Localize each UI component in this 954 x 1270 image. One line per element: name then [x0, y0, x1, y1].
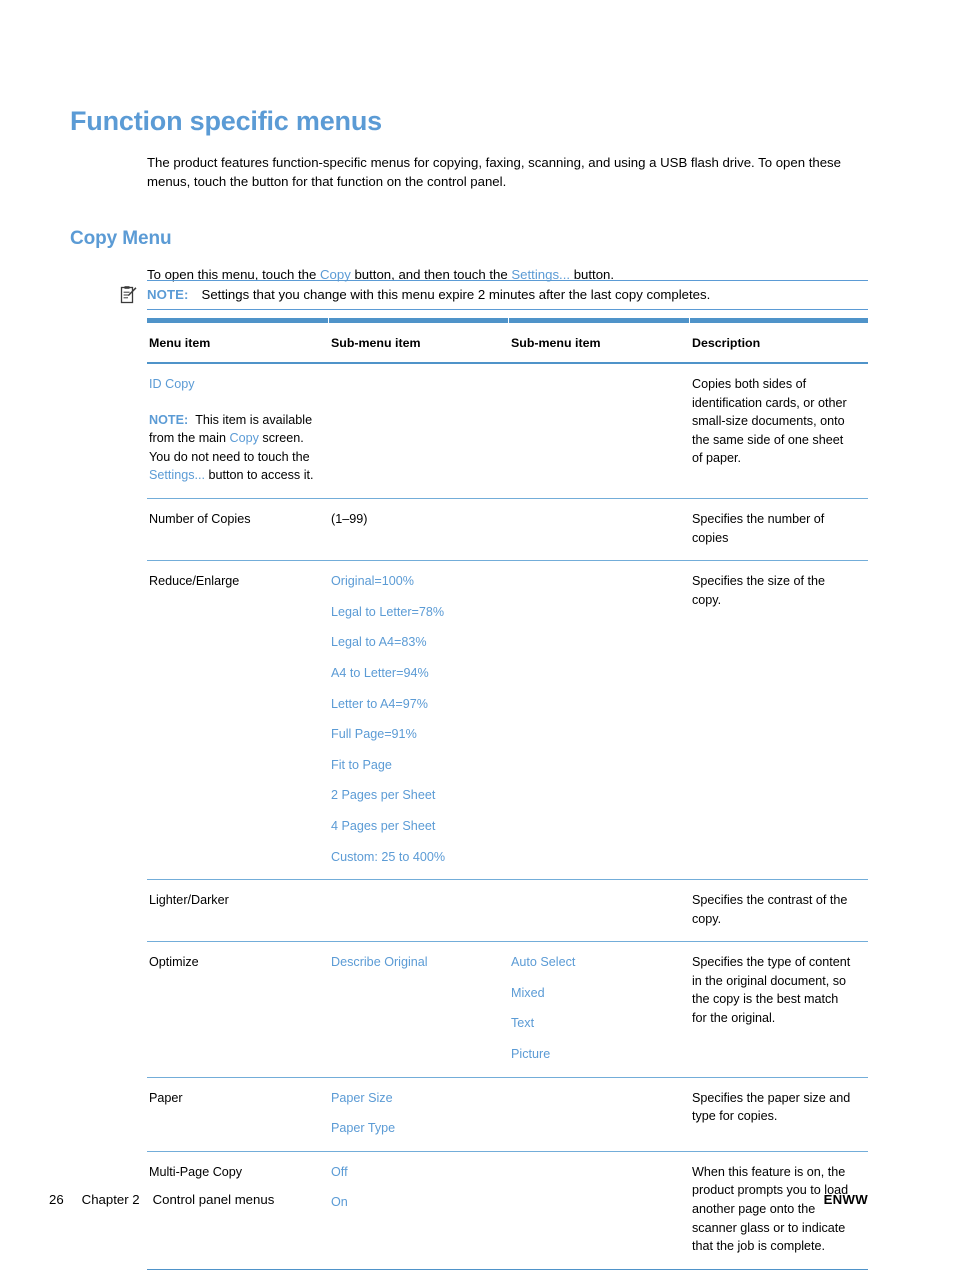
note-text: Settings that you change with this menu …: [201, 287, 711, 302]
cell-note-label: NOTE:: [149, 412, 189, 427]
cell-description: Specifies the number of copies: [689, 498, 868, 562]
sub-menu-option: Picture: [511, 1047, 551, 1062]
cell-description: Specifies the size of the copy.: [689, 560, 868, 881]
cell-menu-item: ID Copy NOTE: This item is available fro…: [147, 363, 328, 499]
cell-note-term-settings: Settings...: [149, 468, 206, 483]
sub-menu-option: Custom: 25 to 400%: [331, 849, 446, 864]
footer-left: 26 Chapter 2 Control panel menus: [49, 1192, 274, 1207]
cell-menu-item: Number of Copies: [147, 498, 328, 562]
page-title: Function specific menus: [70, 106, 382, 137]
footer-page-number: 26: [49, 1192, 64, 1207]
cell-sub-menu-1: (1–99): [328, 498, 508, 562]
section-heading-copy-menu: Copy Menu: [70, 227, 172, 249]
column-header-sub-menu-item-1: Sub-menu item: [328, 323, 508, 364]
footer-right-label: ENWW: [823, 1192, 868, 1207]
table-row: Number of Copies (1–99) Specifies the nu…: [147, 498, 868, 562]
cell-note: NOTE: This item is available from the ma…: [149, 411, 316, 485]
cell-sub-menu-1: Paper Size Paper Type: [328, 1077, 508, 1152]
table-row: Optimize Describe Original Auto Select M…: [147, 941, 868, 1078]
note-content: NOTE: Settings that you change with this …: [147, 286, 710, 304]
cell-menu-item: Optimize: [147, 941, 328, 1078]
cell-note-text-c: button to access it.: [205, 468, 314, 483]
copy-menu-table: Menu item Sub-menu item Sub-menu item De…: [147, 318, 868, 1270]
sub-menu-option: Off: [331, 1164, 348, 1179]
sub-menu-option: 2 Pages per Sheet: [331, 788, 436, 803]
cell-sub-menu-2: [508, 498, 689, 562]
note-label: NOTE:: [147, 287, 189, 302]
table-row: ID Copy NOTE: This item is available fro…: [147, 363, 868, 499]
cell-sub-menu-1: Describe Original: [328, 941, 508, 1078]
cell-menu-item: Lighter/Darker: [147, 879, 328, 943]
sub-menu-list: Auto Select Mixed Text Picture: [511, 953, 677, 1063]
table-row: Paper Paper Size Paper Type Specifies th…: [147, 1077, 868, 1152]
column-header-description: Description: [689, 323, 868, 364]
cell-sub-menu-1: [328, 363, 508, 499]
sub-menu-option: Full Page=91%: [331, 727, 417, 742]
sub-menu-option: Describe Original: [331, 955, 428, 970]
sub-menu-option: Auto Select: [511, 955, 576, 970]
cell-description: Specifies the paper size and type for co…: [689, 1077, 868, 1152]
cell-description: Specifies the contrast of the copy.: [689, 879, 868, 943]
cell-sub-menu-2: [508, 363, 689, 499]
cell-sub-menu-2: [508, 560, 689, 881]
cell-menu-item: Paper: [147, 1077, 328, 1152]
intro-paragraph: The product features function-specific m…: [147, 155, 841, 190]
sub-menu-option: A4 to Letter=94%: [331, 665, 429, 680]
sub-menu-list: Original=100% Legal to Letter=78% Legal …: [331, 572, 496, 866]
table-row: Reduce/Enlarge Original=100% Legal to Le…: [147, 560, 868, 881]
sub-menu-option: Letter to A4=97%: [331, 696, 428, 711]
sub-menu-option: Mixed: [511, 985, 545, 1000]
table-header-row: Menu item Sub-menu item Sub-menu item De…: [147, 323, 868, 364]
table-row: Lighter/Darker Specifies the contrast of…: [147, 879, 868, 943]
cell-sub-menu-2: [508, 1077, 689, 1152]
cell-sub-menu-1: Original=100% Legal to Letter=78% Legal …: [328, 560, 508, 881]
note-admonition: NOTE: Settings that you change with this …: [120, 280, 868, 310]
sub-menu-option: Legal to Letter=78%: [331, 604, 445, 619]
sub-menu-option: 4 Pages per Sheet: [331, 818, 436, 833]
sub-menu-option: Legal to A4=83%: [331, 635, 427, 650]
sub-menu-list: Describe Original: [331, 953, 496, 972]
sub-menu-option: Original=100%: [331, 574, 414, 589]
cell-description: Specifies the type of content in the ori…: [689, 941, 868, 1078]
note-clipboard-icon: [120, 286, 137, 304]
cell-sub-menu-2: [508, 879, 689, 943]
cell-sub-menu-1: [328, 879, 508, 943]
sub-menu-list: Paper Size Paper Type: [331, 1089, 496, 1138]
column-header-sub-menu-item-2: Sub-menu item: [508, 323, 689, 364]
sub-menu-option: Fit to Page: [331, 757, 392, 772]
document-page: Function specific menus The product feat…: [0, 0, 954, 1270]
cell-description: Copies both sides of identification card…: [689, 363, 868, 499]
sub-menu-option: Paper Type: [331, 1121, 396, 1136]
page-footer: 26 Chapter 2 Control panel menus ENWW: [0, 1192, 954, 1212]
menu-item-label: ID Copy: [149, 377, 195, 391]
sub-menu-option: Paper Size: [331, 1090, 393, 1105]
cell-sub-menu-2: Auto Select Mixed Text Picture: [508, 941, 689, 1078]
cell-menu-item: Reduce/Enlarge: [147, 560, 328, 881]
column-header-menu-item: Menu item: [147, 323, 328, 364]
footer-chapter-title: Control panel menus: [152, 1192, 275, 1207]
sub-menu-option: Text: [511, 1016, 535, 1031]
cell-note-term-copy: Copy: [229, 431, 259, 446]
footer-chapter: Chapter 2: [81, 1192, 140, 1207]
